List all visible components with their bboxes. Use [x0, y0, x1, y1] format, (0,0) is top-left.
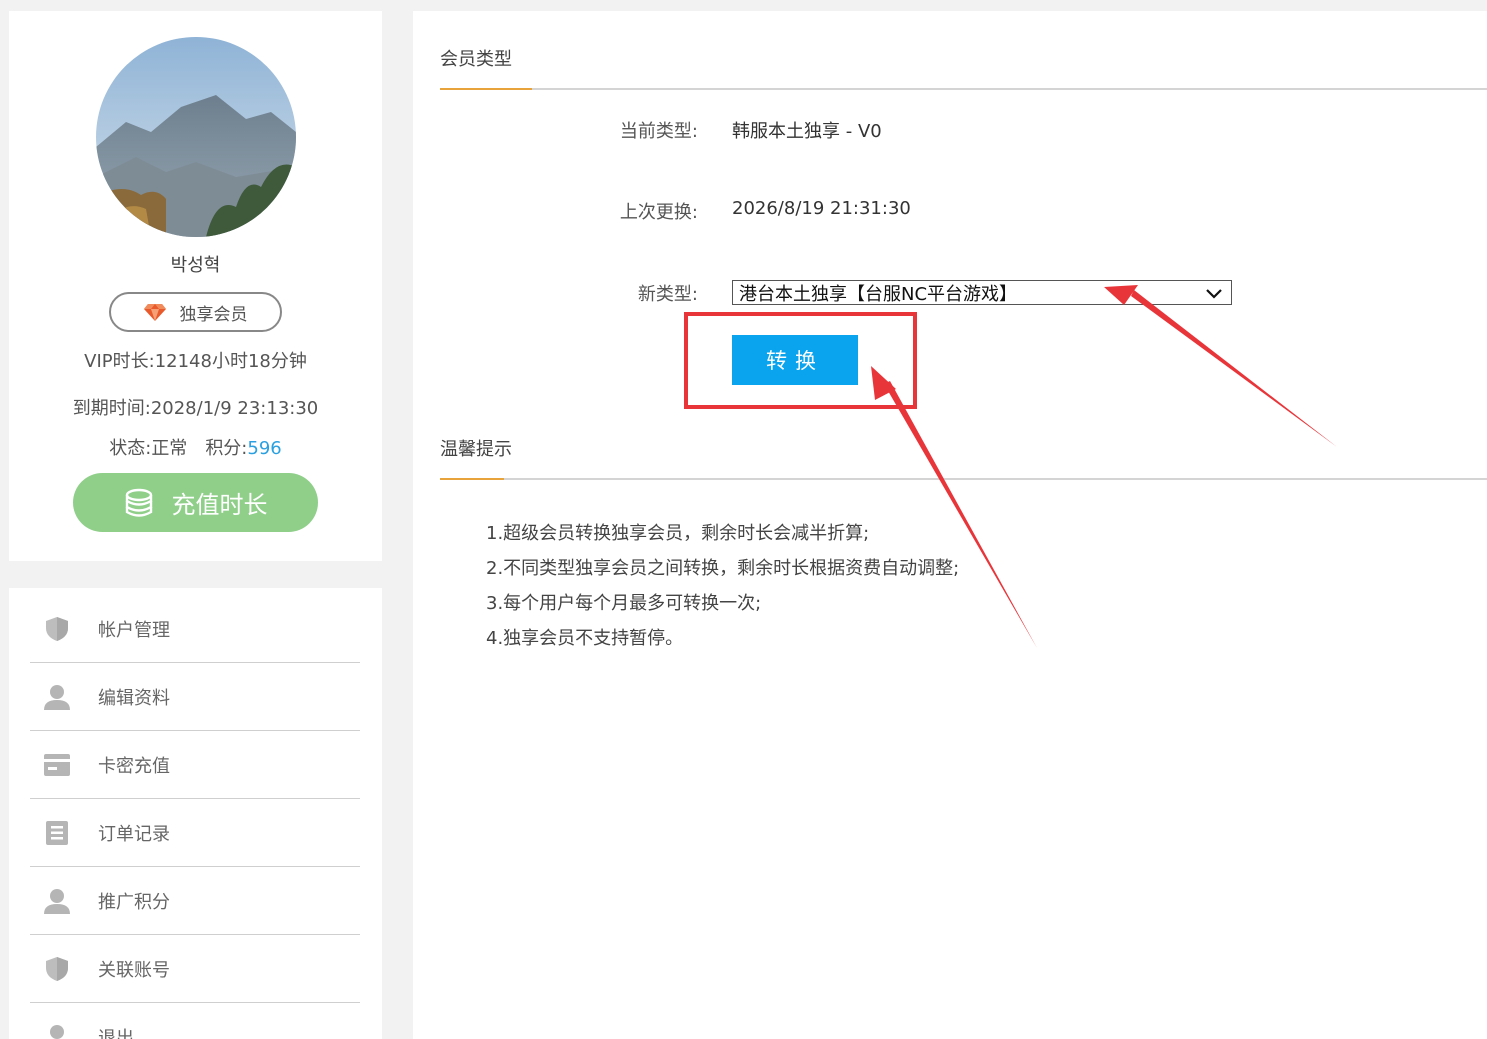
recharge-label: 充值时长	[171, 491, 268, 519]
expire-label: 到期时间:	[72, 398, 151, 419]
coins-icon	[125, 488, 152, 517]
main-panel: 会员类型 当前类型: 韩服本土独享 - V0 上次更换: 2026/8/19 2…	[413, 11, 1487, 1039]
member-type-title: 会员类型	[440, 49, 512, 70]
menu-label: 推广积分	[98, 891, 170, 913]
recharge-button[interactable]: 充值时长	[73, 473, 318, 532]
tip-item: 4.独享会员不支持暂停。	[486, 628, 684, 649]
shield-icon	[46, 616, 68, 641]
tip-item: 3.每个用户每个月最多可转换一次;	[486, 593, 762, 614]
menu-label: 关联账号	[98, 959, 170, 981]
status-points: 状态:正常 积分:596	[9, 434, 382, 460]
section-divider	[440, 88, 1487, 90]
tips-list: 1.超级会员转换独享会员，剩余时长会减半折算; 2.不同类型独享会员之间转换，剩…	[486, 516, 959, 656]
side-menu: 帐户管理 编辑资料 卡密充值 订单记录 推广积分 关联账号 退出	[9, 588, 382, 1039]
expire-value: 2028/1/9 23:13:30	[150, 398, 319, 419]
vip-duration: VIP时长:12148小时18分钟	[9, 347, 382, 373]
profile-card: 박성혁 独享会员 VIP时长:12148小时18分钟 到期时间:2028/1/9…	[9, 11, 382, 561]
menu-item-profile[interactable]: 编辑资料	[30, 663, 360, 731]
chevron-down-icon	[1206, 289, 1222, 299]
menu-item-card-recharge[interactable]: 卡密充值	[30, 731, 360, 799]
annotation-highlight-box	[684, 312, 917, 409]
last-change-label: 上次更换:	[619, 202, 698, 223]
badge-label: 独享会员	[179, 304, 248, 325]
new-type-label: 新类型:	[637, 284, 698, 305]
menu-item-account[interactable]: 帐户管理	[30, 595, 360, 663]
current-type-label: 当前类型:	[619, 121, 698, 142]
list-icon	[46, 820, 68, 845]
vip-duration-value: 12148小时18分钟	[154, 351, 307, 372]
menu-item-orders[interactable]: 订单记录	[30, 799, 360, 867]
last-change-value: 2026/8/19 21:31:30	[732, 198, 911, 219]
new-type-select[interactable]: 港台本土独享【台服NC平台游戏】	[732, 280, 1232, 305]
user-icon	[44, 888, 70, 914]
diamond-icon	[143, 304, 166, 321]
tip-item: 1.超级会员转换独享会员，剩余时长会减半折算;	[486, 523, 870, 544]
tips-title: 温馨提示	[440, 439, 512, 460]
menu-label: 退出	[98, 1028, 134, 1039]
card-icon	[44, 753, 70, 776]
menu-label: 编辑资料	[98, 687, 170, 709]
status-value: 正常	[151, 438, 188, 459]
menu-item-linked-accounts[interactable]: 关联账号	[30, 935, 360, 1003]
menu-item-logout[interactable]: 退出	[30, 1003, 360, 1039]
member-badge: 独享会员	[109, 292, 282, 332]
user-icon	[44, 684, 70, 710]
menu-label: 卡密充值	[98, 755, 170, 777]
menu-label: 帐户管理	[98, 619, 170, 641]
section-divider	[440, 478, 1487, 480]
new-type-selected-value: 港台本土独享【台服NC平台游戏】	[739, 283, 1018, 305]
avatar-mountain-image	[96, 37, 296, 237]
current-type-value: 韩服本土独享 - V0	[732, 121, 882, 142]
expire-time: 到期时间:2028/1/9 23:13:30	[9, 394, 382, 420]
points-value[interactable]: 596	[247, 438, 281, 459]
username: 박성혁	[170, 255, 221, 276]
user-icon	[50, 1025, 64, 1039]
shield-icon	[46, 956, 68, 981]
status-label: 状态:	[109, 438, 152, 459]
tip-item: 2.不同类型独享会员之间转换，剩余时长根据资费自动调整;	[486, 558, 960, 579]
points-label: 积分:	[205, 438, 248, 459]
vip-duration-label: VIP时长:	[84, 351, 155, 372]
menu-item-promotion[interactable]: 推广积分	[30, 867, 360, 935]
avatar[interactable]	[96, 37, 296, 237]
menu-label: 订单记录	[98, 823, 170, 845]
